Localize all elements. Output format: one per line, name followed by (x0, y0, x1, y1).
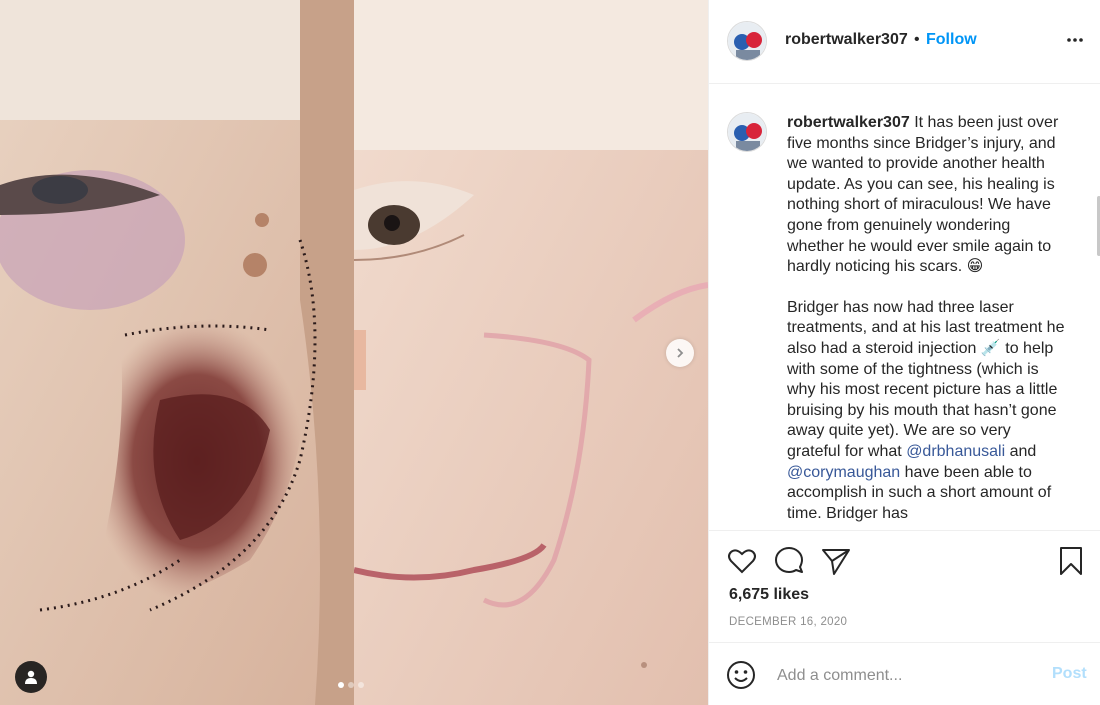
caption-username[interactable]: robertwalker307 (787, 114, 910, 131)
mention-joiner: and (1009, 442, 1037, 460)
caption-text: robertwalker307 It has been just over fi… (787, 113, 1065, 530)
post-media[interactable] (0, 0, 708, 705)
mention-link[interactable]: @corymaughan (787, 464, 900, 481)
carousel-next-button[interactable] (666, 339, 694, 367)
caption-area[interactable]: robertwalker307 It has been just over fi… (709, 84, 1100, 530)
post-date: DECEMBER 16, 2020 (729, 616, 848, 628)
carousel-dot (338, 682, 344, 688)
post-side-panel: robertwalker307 • Follow robertwalker307… (708, 0, 1100, 705)
caption-paragraph-2: Bridger has now had three laser treatmen… (787, 298, 1065, 460)
carousel-indicator (338, 682, 364, 688)
carousel-dot (358, 682, 364, 688)
like-count[interactable]: 6,675 likes (729, 586, 809, 604)
mention-link[interactable]: @drbhanusali (906, 443, 1005, 460)
photo-healed-after (354, 0, 708, 705)
avatar[interactable] (727, 112, 767, 152)
comment-bar: Post (709, 642, 1100, 705)
carousel-dot (348, 682, 354, 688)
avatar[interactable] (727, 21, 767, 61)
chevron-right-icon (677, 348, 684, 358)
post-comment-button[interactable]: Post (1052, 665, 1087, 683)
user-tag-button[interactable] (15, 661, 47, 693)
share-icon[interactable] (820, 545, 852, 577)
comment-input[interactable] (775, 663, 1049, 689)
post-header: robertwalker307 • Follow (709, 0, 1100, 84)
bookmark-icon[interactable] (1055, 545, 1087, 577)
caption-paragraph: robertwalker307 It has been just over fi… (787, 113, 1065, 278)
more-options-icon[interactable] (1065, 34, 1085, 46)
follow-button[interactable]: Follow (926, 31, 977, 49)
post-username[interactable]: robertwalker307 (785, 31, 908, 49)
heart-icon[interactable] (726, 545, 758, 577)
photo-injury-before (0, 0, 354, 705)
caption-paragraph: Bridger has now had three laser treatmen… (787, 298, 1065, 525)
emoji-icon[interactable] (726, 660, 756, 690)
caption-paragraph-1: It has been just over five months since … (787, 114, 1059, 276)
post-actions: 6,675 likes DECEMBER 16, 2020 (709, 530, 1100, 642)
follow-separator: • (914, 31, 920, 48)
comment-icon[interactable] (773, 545, 805, 577)
user-tag-icon (25, 670, 37, 684)
